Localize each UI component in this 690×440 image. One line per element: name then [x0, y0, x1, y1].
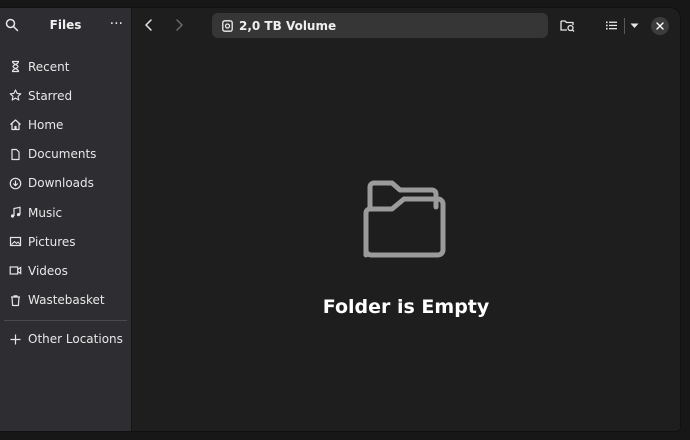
hourglass-icon	[11, 60, 20, 73]
music-icon	[10, 206, 21, 218]
download-icon	[9, 177, 22, 190]
main-view: 2,0 TB Volume Folder is Empty	[132, 8, 680, 431]
path-label: 2,0 TB Volume	[239, 18, 337, 33]
chevron-right-icon[interactable]	[172, 18, 186, 32]
drive-icon	[222, 19, 233, 32]
sidebar-item-downloads[interactable]: Downloads	[0, 169, 131, 198]
close-button[interactable]	[651, 17, 669, 35]
view-button-divider	[624, 18, 625, 34]
list-view-icon[interactable]	[604, 18, 619, 33]
sidebar-item-label: Wastebasket	[28, 293, 105, 308]
sidebar-item-label: Pictures	[28, 234, 76, 249]
star-icon	[9, 89, 22, 101]
sidebar-item-label: Recent	[28, 59, 70, 74]
sidebar-item-label: Starred	[28, 88, 73, 103]
sidebar-item-videos[interactable]: Videos	[0, 256, 131, 285]
sidebar-places: Recent Starred Home Documents Downloads …	[0, 52, 131, 354]
sidebar: Files ··· Recent Starred Home Documents …	[0, 8, 132, 431]
caret-down-icon[interactable]	[627, 18, 642, 33]
folder-search-icon[interactable]	[560, 18, 575, 33]
empty-state-title: Folder is Empty	[322, 296, 490, 318]
sidebar-item-documents[interactable]: Documents	[0, 140, 131, 169]
document-icon	[11, 148, 20, 160]
picture-icon	[9, 237, 22, 247]
sidebar-item-label: Other Locations	[28, 332, 123, 347]
chevron-left-icon[interactable]	[142, 18, 156, 32]
sidebar-header: Files ···	[0, 8, 131, 44]
sidebar-divider	[4, 319, 127, 321]
sidebar-item-wastebasket[interactable]: Wastebasket	[0, 286, 131, 315]
sidebar-item-recent[interactable]: Recent	[0, 52, 131, 81]
plus-icon	[10, 334, 21, 345]
folder-open-icon	[363, 180, 446, 258]
header-bar: 2,0 TB Volume	[132, 8, 680, 44]
home-icon	[10, 119, 21, 131]
sidebar-item-home[interactable]: Home	[0, 110, 131, 139]
sidebar-item-label: Music	[28, 205, 63, 220]
close-icon	[656, 22, 664, 30]
sidebar-item-starred[interactable]: Starred	[0, 81, 131, 110]
path-bar[interactable]: 2,0 TB Volume	[212, 13, 548, 38]
sidebar-item-pictures[interactable]: Pictures	[0, 227, 131, 256]
trash-icon	[11, 294, 20, 306]
sidebar-item-label: Downloads	[28, 176, 94, 191]
sidebar-item-other-locations[interactable]: Other Locations	[0, 325, 131, 354]
more-horizontal-icon[interactable]: ···	[110, 16, 123, 32]
video-icon	[9, 266, 22, 276]
sidebar-item-music[interactable]: Music	[0, 198, 131, 227]
sidebar-item-label: Home	[28, 117, 64, 132]
files-window: Files ··· Recent Starred Home Documents …	[0, 8, 680, 431]
sidebar-item-label: Videos	[28, 263, 68, 278]
sidebar-item-label: Documents	[28, 147, 97, 162]
